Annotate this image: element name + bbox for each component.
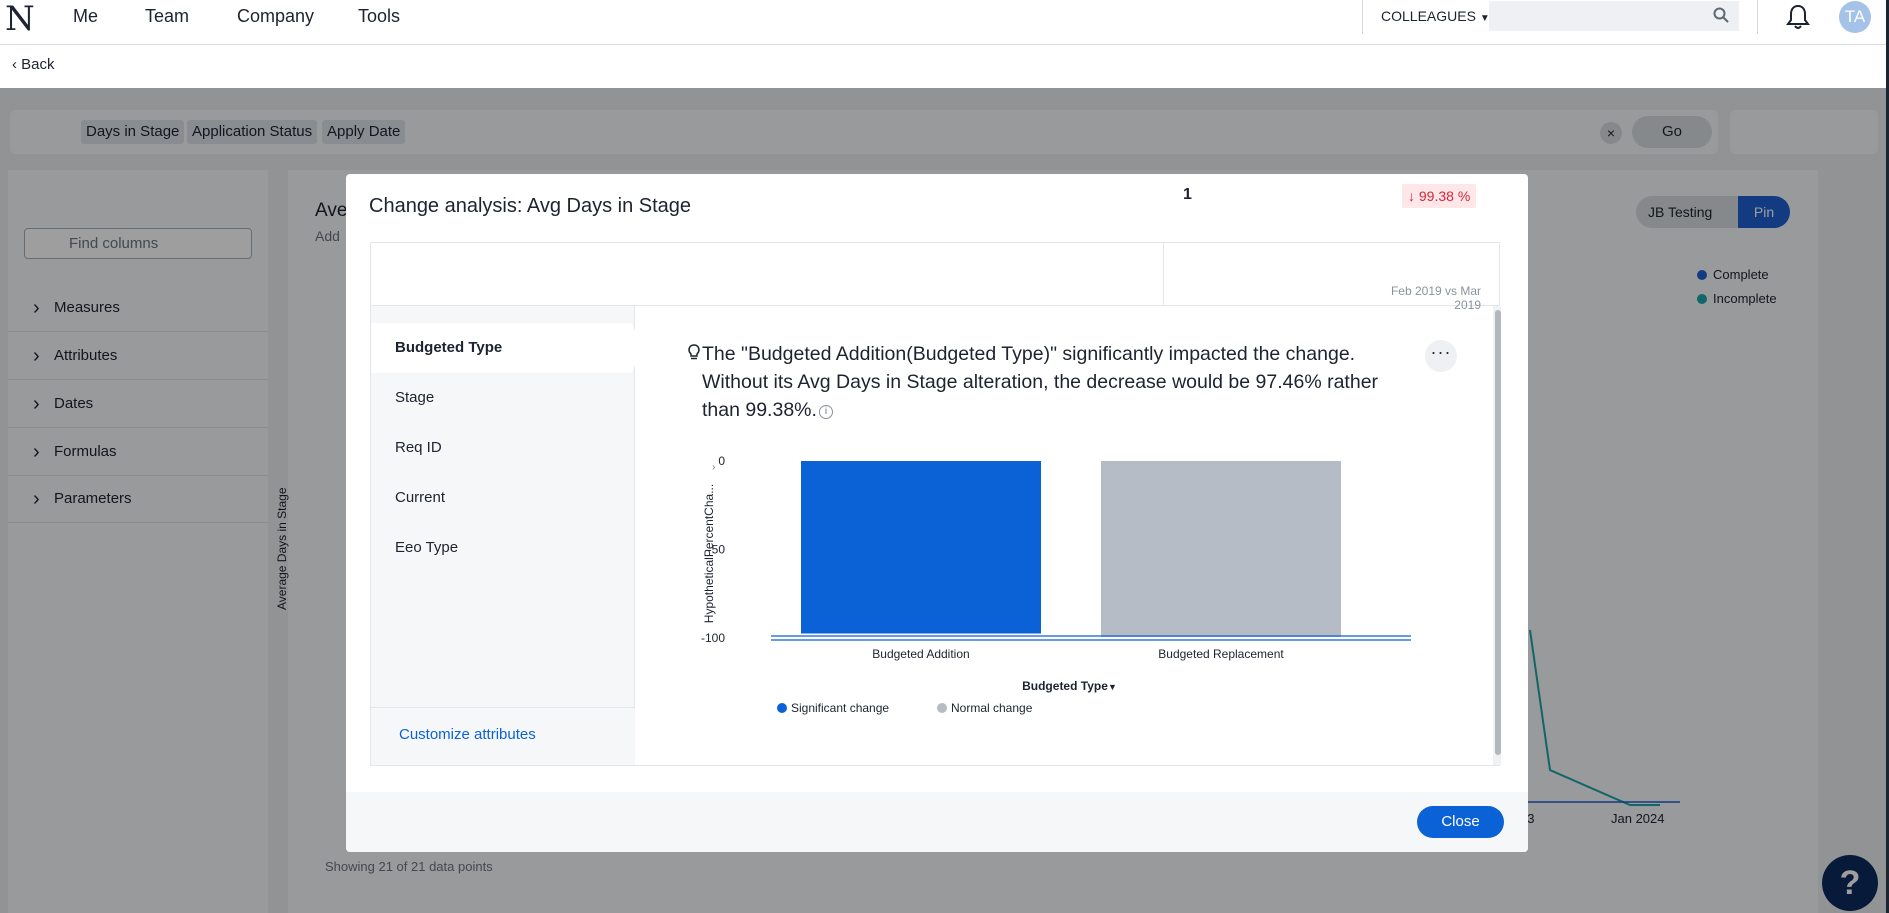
top-nav: N Me Team Company Tools COLLEAGUES ▼ TA xyxy=(0,0,1889,45)
caret-down-icon: ▼ xyxy=(1108,682,1117,692)
legend-label: Significant change xyxy=(791,701,889,715)
nav-company[interactable]: Company xyxy=(237,6,314,27)
expand-arrow-icon: › xyxy=(712,462,715,473)
divider xyxy=(1163,243,1164,305)
y-tick-label: -100 xyxy=(701,631,725,645)
insight-line: The "Budgeted Addition(Budgeted Type)" s… xyxy=(702,343,1356,365)
nav-me[interactable]: Me xyxy=(73,6,98,27)
summary-value: 1 xyxy=(1183,186,1192,203)
y-tick-label: 0 xyxy=(718,454,725,468)
scrollbar-thumb[interactable] xyxy=(1495,310,1501,755)
change-analysis-dialog: Change analysis: Avg Days in Stage 1 ↓ 9… xyxy=(346,174,1528,852)
insight-line: than 99.38%. xyxy=(702,399,817,421)
attribute-stage[interactable]: Stage xyxy=(371,373,635,423)
colleagues-dropdown[interactable]: COLLEAGUES ▼ xyxy=(1362,0,1490,34)
global-search-input[interactable] xyxy=(1489,1,1739,31)
x-tick-label: Budgeted Addition xyxy=(872,647,969,661)
more-options-button[interactable]: ··· xyxy=(1425,340,1457,372)
info-icon[interactable]: i xyxy=(818,405,833,419)
app-logo[interactable]: N xyxy=(5,0,35,40)
nav-team[interactable]: Team xyxy=(145,6,189,27)
legend-swatch xyxy=(777,703,787,713)
attribute-eeo-type[interactable]: Eeo Type xyxy=(371,523,635,573)
avatar[interactable]: TA xyxy=(1839,1,1871,33)
x-tick-label: Budgeted Replacement xyxy=(1158,647,1284,661)
dialog-title: Change analysis: Avg Days in Stage xyxy=(369,195,692,217)
legend-swatch xyxy=(937,703,947,713)
attribute-current[interactable]: Current xyxy=(371,473,635,523)
attribute-list: Budgeted Type Stage Req ID Current Eeo T… xyxy=(371,306,645,765)
x-axis-label: Budgeted Type xyxy=(1022,679,1108,693)
y-axis-label: HypotheticalPercentCha... xyxy=(702,484,716,623)
change-summary xyxy=(370,242,1500,306)
back-button[interactable]: ‹ Back xyxy=(12,56,55,73)
insight-line: Without its Avg Days in Stage alteration… xyxy=(702,371,1379,393)
attribute-req-id[interactable]: Req ID xyxy=(371,423,635,473)
budgeted-type-bar-chart: 0-50-100HypotheticalPercentCha...›Budget… xyxy=(701,454,1411,715)
close-button[interactable]: Close xyxy=(1417,806,1504,838)
search-icon[interactable] xyxy=(1713,7,1729,23)
customize-attributes-link[interactable]: Customize attributes xyxy=(399,726,536,743)
insight-icon xyxy=(688,344,700,360)
chevron-left-icon: ‹ xyxy=(12,56,17,73)
attribute-footer: Customize attributes xyxy=(371,707,635,765)
legend-label: Normal change xyxy=(951,701,1033,715)
back-label: Back xyxy=(21,56,55,73)
bar-budgeted-replacement xyxy=(1101,461,1341,637)
insight-text: The "Budgeted Addition(Budgeted Type)" s… xyxy=(702,340,1452,424)
analysis-content: Budgeted Type Stage Req ID Current Eeo T… xyxy=(370,306,1501,766)
back-bar xyxy=(0,45,1889,88)
change-badge: ↓ 99.38 % xyxy=(1402,184,1477,208)
dialog-footer xyxy=(346,792,1528,852)
bell-icon[interactable] xyxy=(1784,3,1812,31)
colleagues-label: COLLEAGUES xyxy=(1381,8,1476,24)
divider xyxy=(1757,0,1758,34)
bar-budgeted-addition xyxy=(801,461,1041,634)
attribute-budgeted-type[interactable]: Budgeted Type xyxy=(371,323,645,373)
nav-tools[interactable]: Tools xyxy=(358,6,400,27)
